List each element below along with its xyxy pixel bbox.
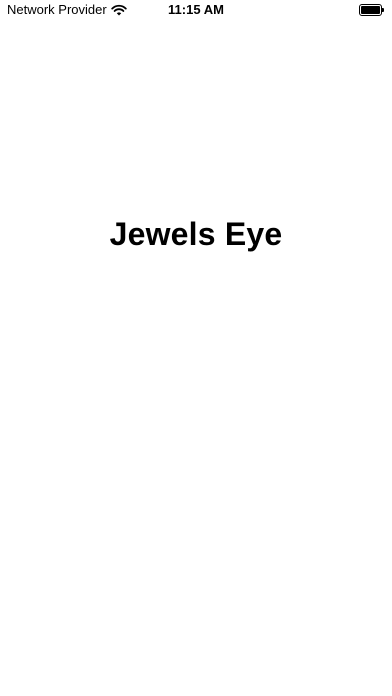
app-title: Jewels Eye [109, 216, 283, 252]
status-bar: Network Provider 11:15 AM [0, 0, 392, 22]
battery-fill [361, 6, 380, 14]
battery-cap [382, 8, 384, 12]
battery-icon [359, 4, 384, 16]
status-time: 11:15 AM [168, 2, 224, 17]
